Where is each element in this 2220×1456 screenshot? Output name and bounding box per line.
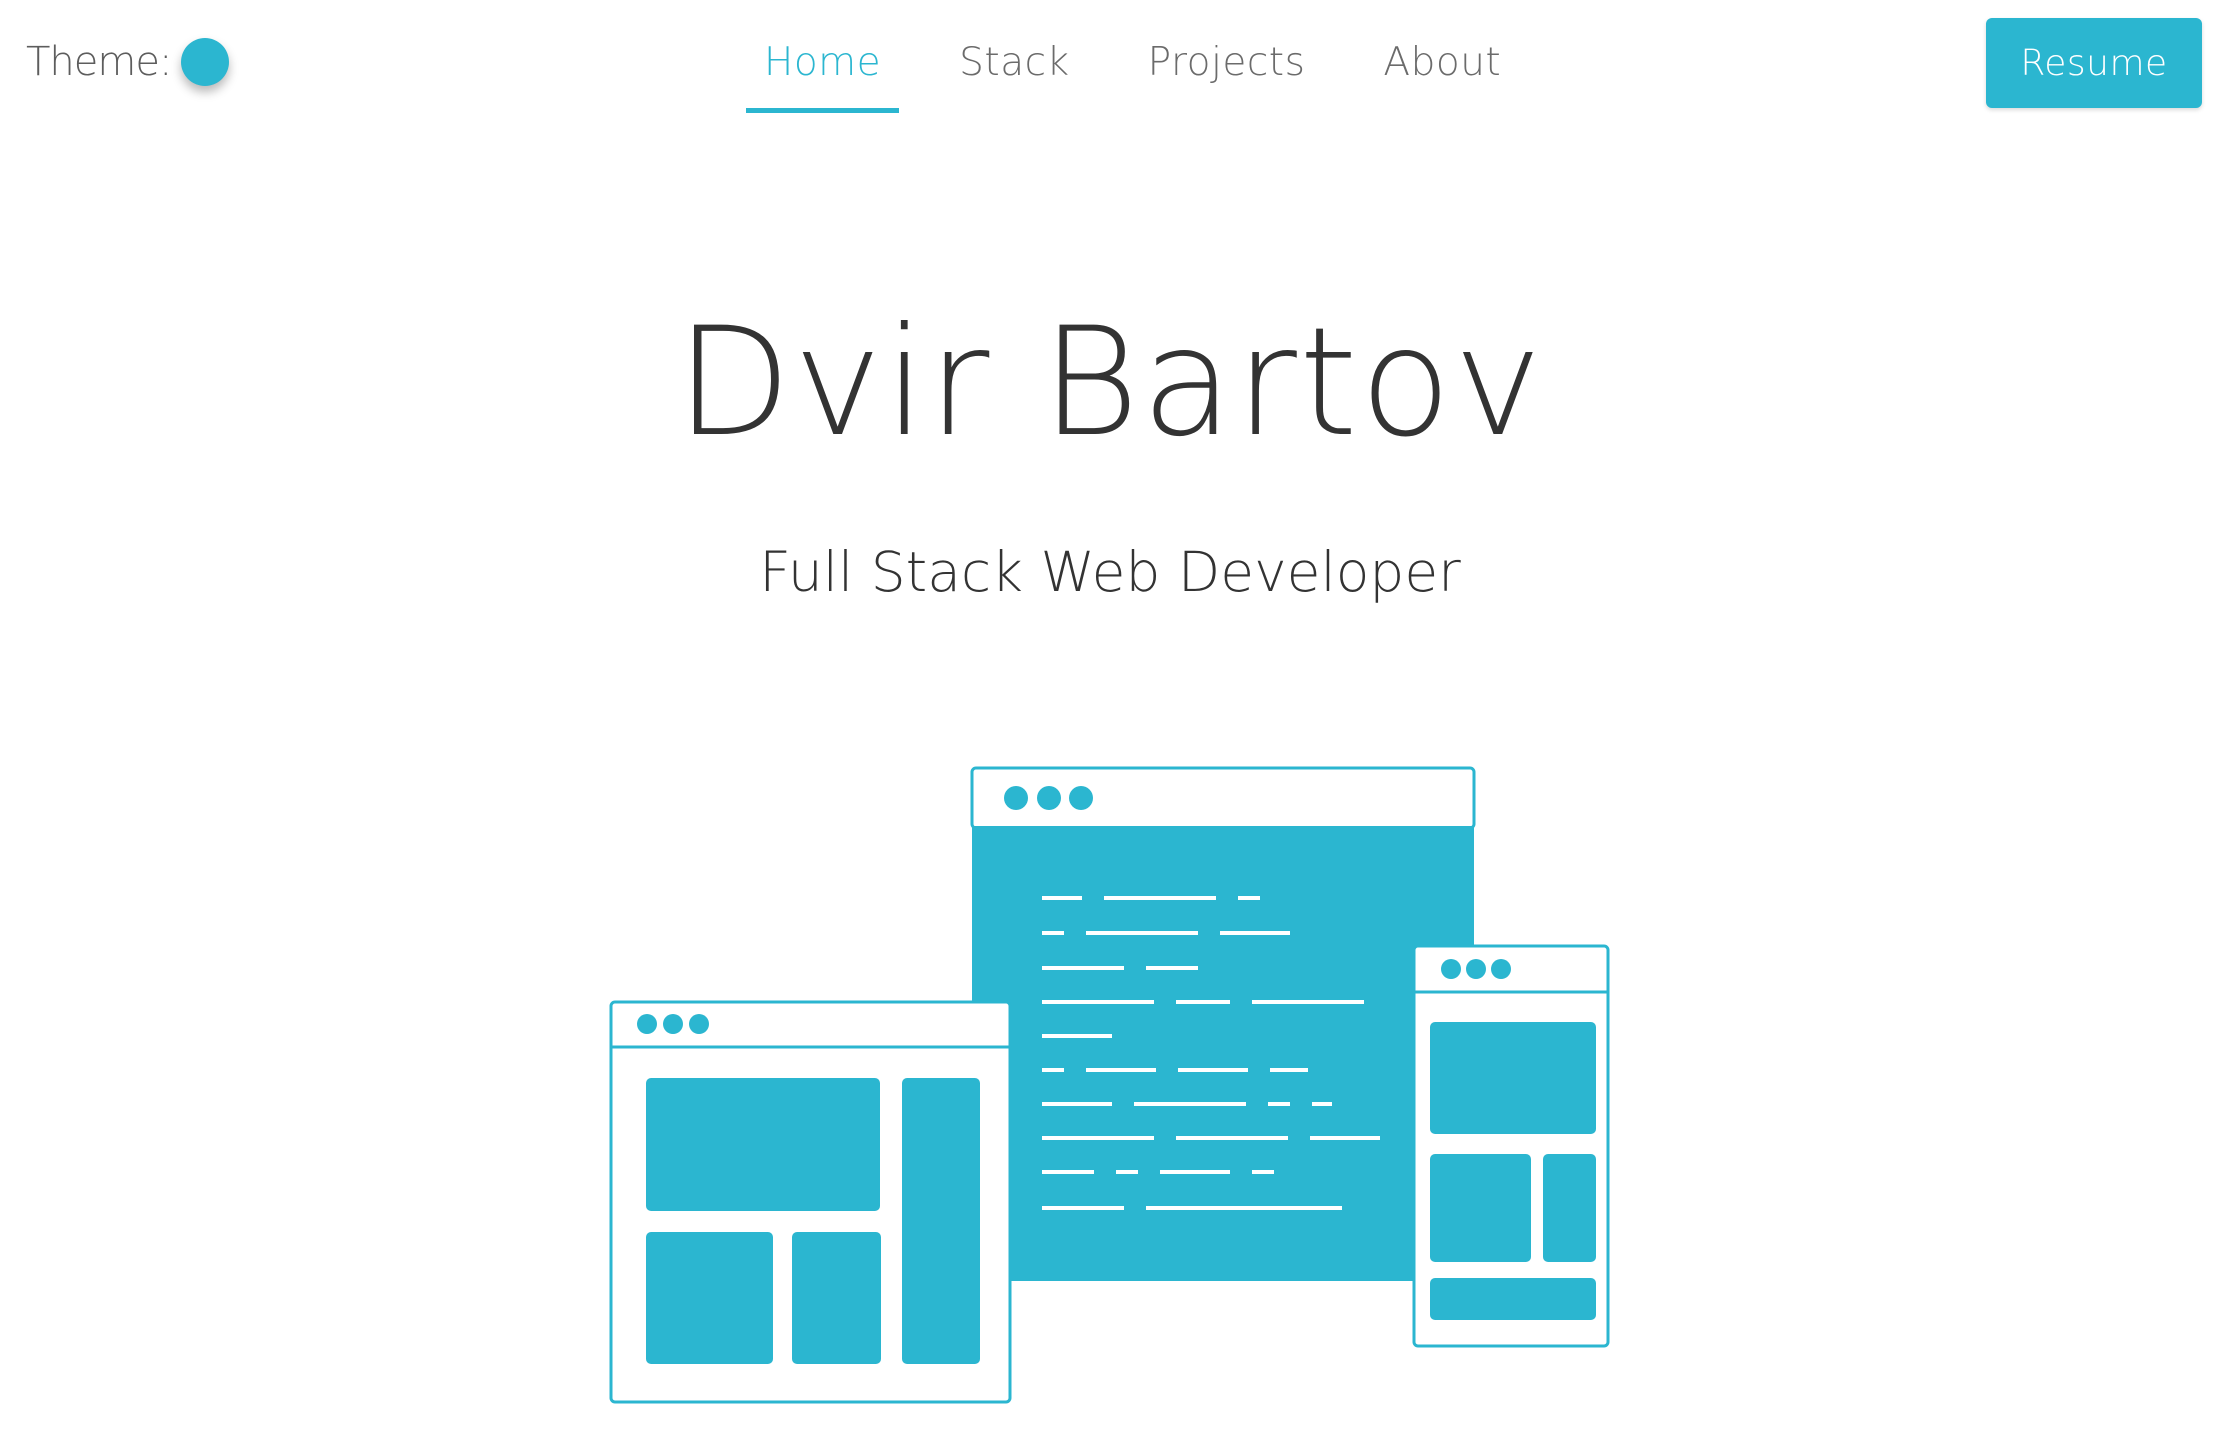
desktop-window: [609, 1000, 1012, 1404]
theme-toggle-button[interactable]: [181, 38, 230, 86]
theme-switcher: Theme:: [26, 38, 230, 86]
browser-windows-illustration: [609, 766, 1610, 1404]
page: Theme: Home Stack Projects About Resume …: [0, 0, 2220, 1456]
theme-label: Theme:: [26, 39, 172, 85]
code-window: [970, 766, 1476, 1281]
nav-item-stack[interactable]: Stack: [941, 40, 1087, 113]
main-nav: Home Stack Projects About: [746, 40, 1561, 113]
nav-item-home[interactable]: Home: [746, 40, 900, 113]
hero-name: Dvir Bartov: [675, 296, 1545, 470]
mobile-window: [1412, 944, 1610, 1348]
hero-subtitle: Full Stack Web Developer: [759, 540, 1461, 604]
nav-item-about[interactable]: About: [1365, 40, 1519, 113]
top-header: Theme: Home Stack Projects About Resume: [0, 0, 2220, 140]
resume-button[interactable]: Resume: [1986, 18, 2202, 108]
nav-item-projects[interactable]: Projects: [1130, 40, 1324, 113]
